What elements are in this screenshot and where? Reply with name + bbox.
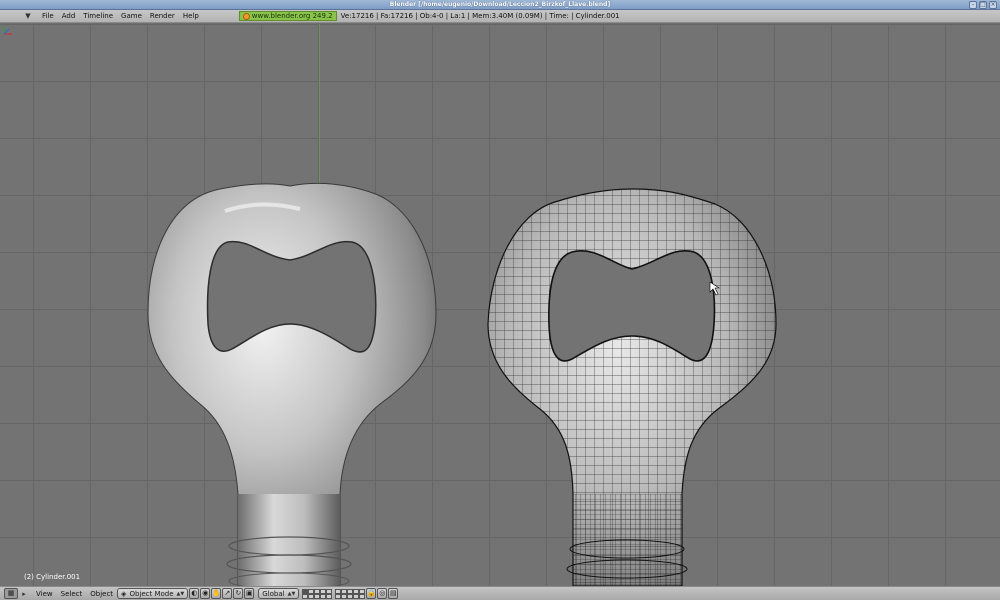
- rotate-icon[interactable]: ↻: [233, 588, 244, 599]
- translate-icon[interactable]: ↗: [222, 588, 233, 599]
- draw-type-icon[interactable]: ◐: [189, 588, 200, 599]
- hand-manipulator-icon[interactable]: ✋: [211, 588, 222, 599]
- window-title: Blender [/home/eugenio/Download/Leccion2…: [389, 1, 611, 8]
- mode-icon: ◈: [121, 589, 127, 598]
- mode-label: Object Mode: [129, 589, 174, 598]
- lock-icon[interactable]: 🔒: [366, 588, 377, 599]
- blender-logo-icon: [242, 12, 250, 20]
- menu-timeline[interactable]: Timeline: [83, 12, 113, 20]
- 3d-viewport[interactable]: (2) Cylinder.001: [0, 24, 1000, 586]
- layer-buttons-a[interactable]: [302, 588, 333, 599]
- layer-buttons-b[interactable]: [335, 588, 366, 599]
- menu-add[interactable]: Add: [62, 12, 76, 20]
- render-preview-icon[interactable]: ◎: [377, 588, 388, 599]
- mode-dropdown[interactable]: ◈ Object Mode ▲▼: [117, 588, 189, 599]
- chevron-down-icon: ▲▼: [176, 590, 185, 597]
- scene-stats: Ve:17216 | Fa:17216 | Ob:4-0 | La:1 | Me…: [340, 12, 620, 20]
- layer-toggle[interactable]: [326, 593, 333, 599]
- viewport-scene: [147, 182, 777, 586]
- menu-file[interactable]: File: [42, 12, 54, 20]
- layer-toggle[interactable]: [359, 593, 366, 599]
- scale-icon[interactable]: ▣: [244, 588, 255, 599]
- menu-help[interactable]: Help: [183, 12, 199, 20]
- solid-bottle-opener[interactable]: [147, 182, 437, 586]
- close-icon[interactable]: ×: [989, 1, 997, 9]
- orientation-label: Global: [262, 589, 285, 598]
- menu-render[interactable]: Render: [150, 12, 175, 20]
- axis-gizmo-icon: [3, 26, 12, 35]
- top-menubar: ▼ File Add Timeline Game Render Help www…: [0, 10, 1000, 23]
- menu-game[interactable]: Game: [121, 12, 142, 20]
- site-badge-label: www.blender.org 249.2: [251, 11, 333, 20]
- editor-type-icon[interactable]: ▦: [4, 588, 18, 599]
- chevron-down-icon: ▲▼: [287, 590, 296, 597]
- menu-object[interactable]: Object: [90, 590, 113, 598]
- menu-view[interactable]: View: [36, 590, 53, 598]
- pivot-icon[interactable]: ◉: [200, 588, 211, 599]
- window-controls: – □ ×: [969, 1, 997, 9]
- maximize-icon[interactable]: □: [979, 1, 987, 9]
- collapse-menu-icon[interactable]: ▼: [22, 12, 34, 20]
- collapse-header-icon[interactable]: ▸: [20, 590, 28, 598]
- wireframe-bottle-opener[interactable]: [487, 188, 777, 586]
- window-titlebar: Blender [/home/eugenio/Download/Leccion2…: [0, 0, 1000, 10]
- opengl-render-icon[interactable]: ▤: [388, 588, 399, 599]
- active-object-label: (2) Cylinder.001: [24, 573, 81, 581]
- 3d-view-header: ▦ ▸ View Select Object ◈ Object Mode ▲▼ …: [0, 586, 1000, 600]
- minimize-icon[interactable]: –: [969, 1, 977, 9]
- orientation-dropdown[interactable]: Global ▲▼: [258, 588, 300, 599]
- blender-site-link[interactable]: www.blender.org 249.2: [238, 11, 337, 21]
- menu-select[interactable]: Select: [61, 590, 83, 598]
